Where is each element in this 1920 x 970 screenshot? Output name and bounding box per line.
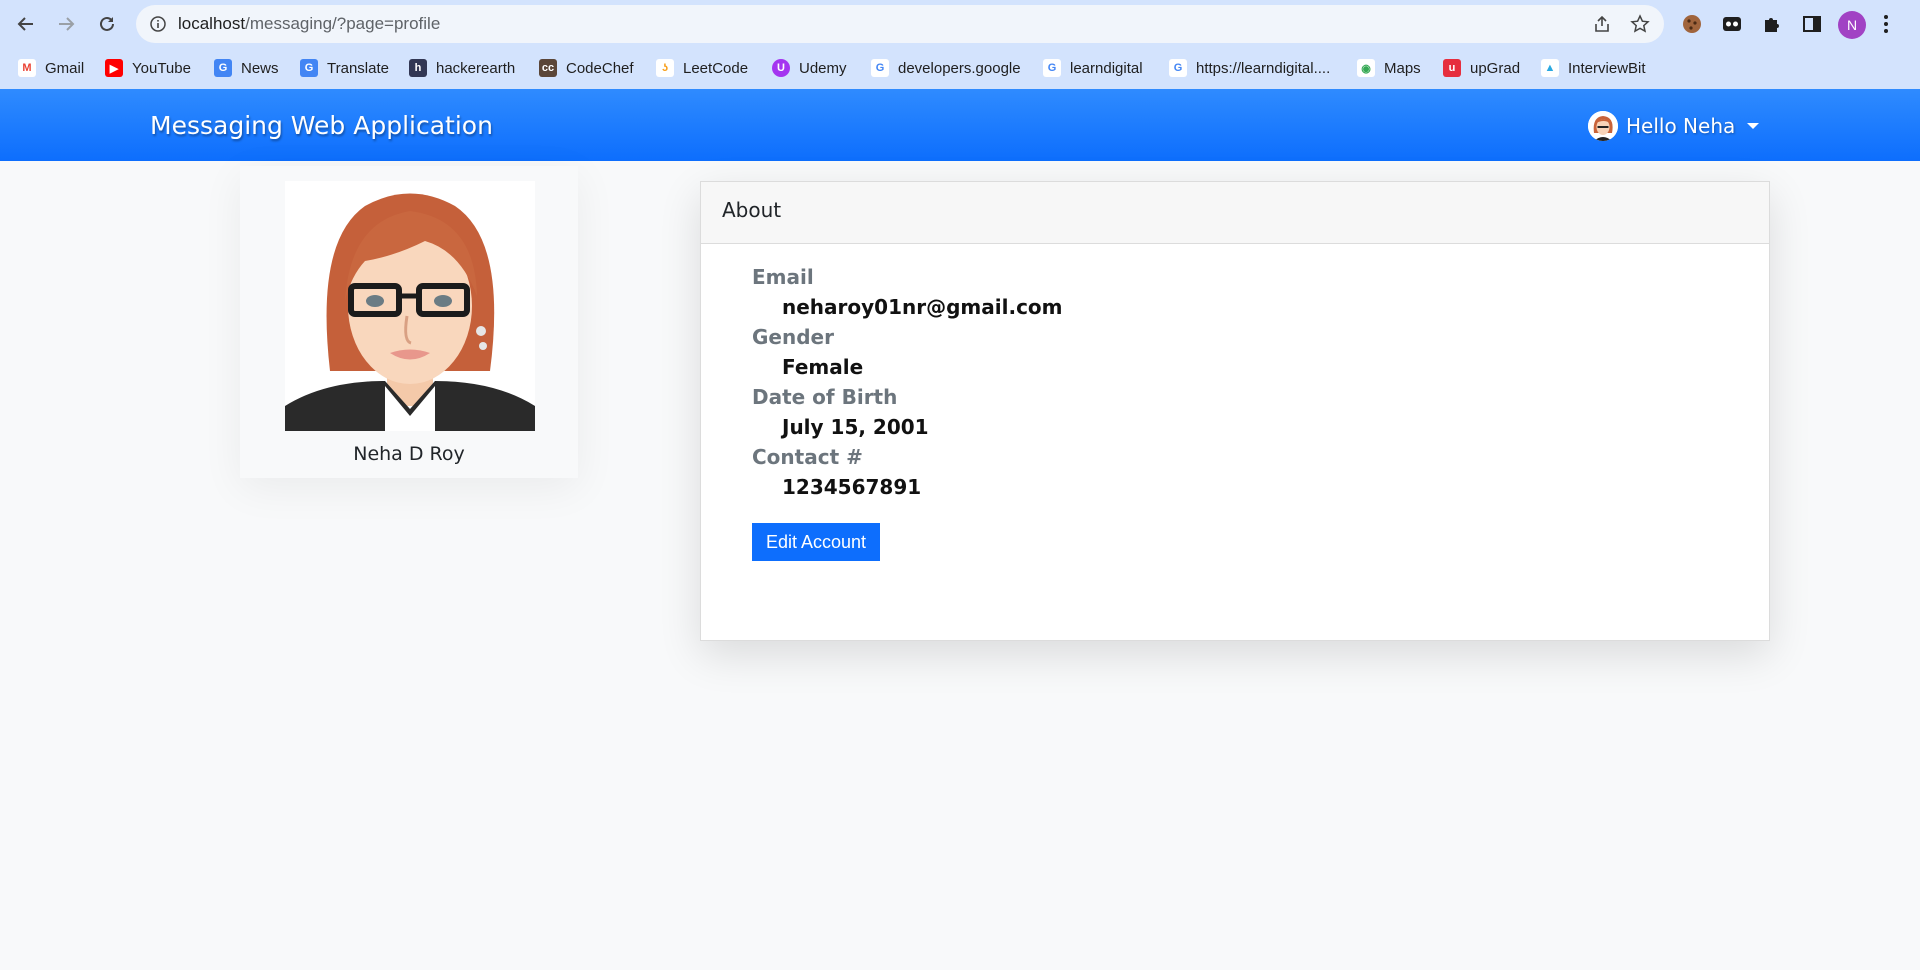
translate-icon: G — [300, 59, 318, 77]
bookmark-label: News — [241, 59, 279, 77]
app-brand[interactable]: Messaging Web Application — [150, 111, 493, 140]
forward-arrow-icon — [59, 17, 75, 31]
url-text[interactable]: localhost/messaging/?page=profile — [178, 14, 440, 34]
bookmark-learndigital-url[interactable]: Ghttps://learndigital.... — [1169, 56, 1330, 80]
google-icon: G — [1169, 59, 1187, 77]
dob-value: July 15, 2001 — [782, 415, 929, 439]
bookmark-udemy[interactable]: U Udemy — [772, 56, 847, 80]
cookie-icon — [1683, 15, 1701, 33]
leetcode-icon: ʖ — [656, 59, 674, 77]
user-greeting: Hello Neha — [1626, 114, 1736, 138]
user-avatar-icon — [1588, 111, 1618, 141]
reload-icon — [100, 16, 114, 31]
cookie-extension-icon[interactable] — [1680, 12, 1704, 36]
edit-account-button[interactable]: Edit Account — [752, 523, 880, 561]
about-card-header: About — [701, 182, 1769, 244]
bookmark-maps[interactable]: ◉ Maps — [1357, 56, 1421, 80]
browser-chrome: localhost/messaging/?page=profile N M Gma… — [0, 0, 1920, 89]
user-dropdown[interactable]: Hello Neha — [1588, 110, 1760, 142]
site-info-icon[interactable] — [150, 16, 166, 32]
back-button[interactable] — [10, 8, 42, 40]
youtube-icon: ▶ — [105, 59, 123, 77]
url-host: localhost — [178, 14, 246, 33]
puzzle-icon — [1765, 18, 1779, 32]
profile-picture — [285, 181, 535, 431]
bookmark-label: https://learndigital.... — [1196, 59, 1331, 77]
gender-value: Female — [782, 355, 864, 379]
more-menu-icon[interactable] — [1882, 12, 1890, 36]
email-value: neharoy01nr@gmail.com — [782, 295, 1063, 319]
bookmark-developers-google[interactable]: Gdevelopers.google — [871, 56, 1021, 80]
glasses-icon — [1723, 17, 1741, 31]
bookmark-hackerearth[interactable]: h hackerearth — [409, 56, 515, 80]
bookmark-star-icon[interactable] — [1630, 14, 1650, 34]
app-navbar: Messaging Web Application Hello Neha — [0, 89, 1920, 161]
bookmark-label: Gmail — [45, 59, 85, 77]
bookmark-label: CodeChef — [566, 59, 634, 77]
profile-name: Neha D Roy — [353, 443, 465, 465]
hackerearth-icon: h — [409, 59, 427, 77]
bookmark-label: hackerearth — [436, 59, 516, 77]
udemy-icon: U — [772, 59, 790, 77]
gender-label: Gender — [752, 325, 834, 349]
bookmark-leetcode[interactable]: ʖ LeetCode — [656, 56, 748, 80]
gmail-icon: M — [18, 59, 36, 77]
user-avatar — [1588, 111, 1618, 141]
back-arrow-icon — [17, 17, 33, 31]
maps-icon: ◉ — [1357, 59, 1375, 77]
bookmarks-bar: M Gmail ▶ YouTube G News G Translate h hacker… — [0, 52, 1920, 84]
google-icon: G — [871, 59, 889, 77]
bookmark-label: learndigital — [1070, 59, 1143, 77]
profile-avatar-image — [285, 181, 535, 431]
url-path: /messaging/?page=profile — [245, 14, 441, 33]
reload-button[interactable] — [91, 8, 123, 40]
chevron-down-icon — [1747, 123, 1760, 129]
bookmark-codechef[interactable]: cc CodeChef — [539, 56, 634, 80]
codechef-icon: cc — [539, 59, 557, 77]
contact-value: 1234567891 — [782, 475, 922, 499]
bookmark-youtube[interactable]: ▶ YouTube — [105, 56, 191, 80]
bookmark-label: Translate — [327, 59, 389, 77]
profile-card: Neha D Roy — [240, 166, 578, 478]
interviewbit-icon: ▲ — [1541, 59, 1559, 77]
bookmark-label: upGrad — [1470, 59, 1521, 77]
contact-label: Contact # — [752, 445, 863, 469]
extensions-button[interactable] — [1760, 12, 1784, 36]
google-icon: G — [1043, 59, 1061, 77]
share-icon[interactable] — [1592, 14, 1612, 34]
bookmark-news[interactable]: G News — [214, 56, 279, 80]
bookmark-label: Udemy — [799, 59, 847, 77]
dob-label: Date of Birth — [752, 385, 898, 409]
address-bar[interactable]: localhost/messaging/?page=profile — [136, 5, 1664, 43]
bookmark-label: YouTube — [132, 59, 191, 77]
bookmark-label: developers.google — [898, 59, 1021, 77]
news-icon: G — [214, 59, 232, 77]
forward-button[interactable] — [50, 8, 82, 40]
about-card: About Email neharoy01nr@gmail.com Gender… — [700, 181, 1770, 641]
bookmark-upgrad[interactable]: u upGrad — [1443, 56, 1520, 80]
email-label: Email — [752, 265, 814, 289]
bookmark-label: InterviewBit — [1568, 59, 1646, 77]
bookmark-gmail[interactable]: M Gmail — [18, 56, 84, 80]
browser-profile-avatar[interactable]: N — [1838, 11, 1866, 39]
bookmark-label: LeetCode — [683, 59, 749, 77]
browser-toolbar: localhost/messaging/?page=profile N — [0, 0, 1920, 48]
bookmark-translate[interactable]: G Translate — [300, 56, 389, 80]
side-panel-icon — [1803, 16, 1821, 32]
bookmark-label: Maps — [1384, 59, 1421, 77]
bookmark-learndigital[interactable]: Glearndigital — [1043, 56, 1143, 80]
about-details: Email neharoy01nr@gmail.com Gender Femal… — [752, 262, 1063, 502]
upgrad-icon: u — [1443, 59, 1461, 77]
side-panel-button[interactable] — [1800, 12, 1824, 36]
glasses-extension-icon[interactable] — [1720, 12, 1744, 36]
bookmark-interviewbit[interactable]: ▲ InterviewBit — [1541, 56, 1646, 80]
